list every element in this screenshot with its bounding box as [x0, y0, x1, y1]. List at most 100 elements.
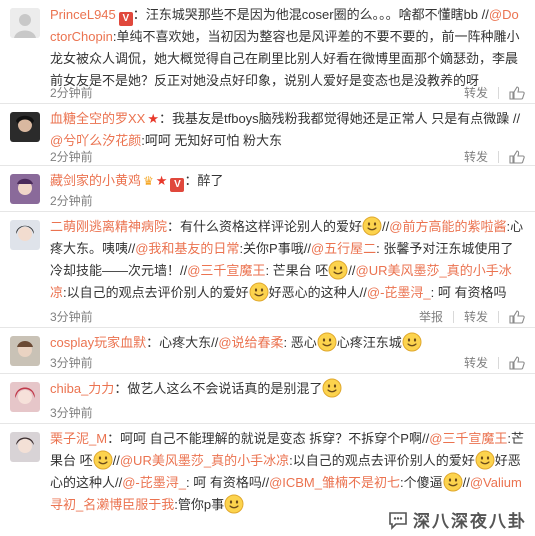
mention-link[interactable]: @-芘墨浔_	[122, 475, 186, 490]
comment-actions: 转发	[464, 354, 525, 371]
comment-actions: 转发	[464, 148, 525, 165]
timestamp: 3分钟前	[50, 356, 93, 370]
username-link[interactable]: cosplay玩家血默	[50, 335, 146, 350]
divider	[498, 310, 499, 323]
mention-link[interactable]: @前方高能的紫啦酱	[389, 219, 506, 234]
comment-item: 血糖全空的罗XX ★：我基友是tfboys脑残粉我都觉得她还是正常人 只是有点微躁…	[0, 104, 535, 166]
username-link[interactable]: 藏剑家的小黄鸡	[50, 173, 141, 188]
like-icon[interactable]	[509, 149, 525, 164]
timestamp: 3分钟前	[50, 406, 93, 420]
text-fragment: ：呵呵 自己不能理解的就说是变态 拆穿？不拆穿个P啊//	[107, 431, 430, 446]
text-fragment: :单纯不喜欢她，当初因为整容也是风评差的不要不要的，前一阵种雕小龙女被众人调侃，…	[50, 29, 520, 88]
timestamp: 2分钟前	[50, 194, 93, 208]
avatar[interactable]	[10, 220, 40, 250]
text-fragment: :个傻逼	[400, 475, 443, 490]
smile-emoji-icon	[317, 332, 337, 352]
divider	[498, 356, 499, 369]
text-fragment: //	[112, 453, 120, 468]
smile-emoji-icon	[402, 332, 422, 352]
divider	[452, 310, 454, 323]
watermark: 深八深夜八卦	[383, 505, 531, 534]
like-icon[interactable]	[509, 85, 525, 100]
avatar[interactable]	[10, 382, 40, 412]
mention-link[interactable]: @-芘墨浔_	[367, 285, 431, 300]
text-fragment: : 呵 有资格吗//	[186, 475, 270, 490]
comment-text: ：呵呵 自己不能理解的就说是变态 拆穿？不拆穿个P啊//@三千宣魔王:芒果台 呸…	[50, 431, 524, 514]
text-fragment: //	[348, 263, 356, 278]
smile-emoji-icon	[93, 450, 113, 470]
mention-link[interactable]: @五行屋二	[311, 241, 376, 256]
repost-button[interactable]: 转发	[464, 354, 488, 371]
comment-body: PrinceL945 V ：汪东城哭那些不是因为他混coser圈的么。。。啥都不懂瞎…	[50, 4, 525, 92]
smile-emoji-icon	[224, 494, 244, 514]
text-fragment: :以自己的观点去评价别人的爱好	[63, 285, 249, 300]
comment-body: 二萌刚逃离精神病院：有什么资格这样评论别人的爱好//@前方高能的紫啦酱:心疼大东…	[50, 216, 525, 304]
repost-button[interactable]: 转发	[464, 148, 488, 165]
comment-text: ：心疼大东//@说给春柔: 恶心 心疼汪东城	[146, 332, 422, 352]
smile-emoji-icon	[322, 378, 342, 398]
text-fragment: : 恶心	[283, 335, 317, 350]
divider	[498, 86, 499, 99]
avatar[interactable]	[10, 8, 40, 38]
mention-link[interactable]: @三千宣魔王	[187, 263, 265, 278]
username-link[interactable]: 二萌刚逃离精神病院	[50, 219, 167, 234]
comment-text: ：醉了	[184, 173, 223, 188]
text-fragment: :以自己的观点去评价别人的爱好	[289, 453, 475, 468]
repost-button[interactable]: 转发	[464, 84, 488, 101]
text-fragment: ：有什么资格这样评论别人的爱好	[167, 219, 363, 234]
smile-emoji-icon	[328, 260, 348, 280]
crown-badge-icon: ♛	[143, 174, 154, 188]
smile-emoji-icon	[475, 450, 495, 470]
comment-actions: 举报 转发	[419, 308, 525, 325]
smile-emoji-icon	[249, 282, 269, 302]
comment-item: 藏剑家的小黄鸡 ♛ ★ V ：醉了 2分钟前	[0, 166, 535, 212]
timestamp: 3分钟前	[50, 310, 93, 324]
comment-item: cosplay玩家血默：心疼大东//@说给春柔: 恶心 心疼汪东城 3分钟前 转发	[0, 328, 535, 374]
mention-link[interactable]: @我和基友的日常	[135, 241, 239, 256]
text-fragment: : 芒果台 呸	[265, 263, 329, 278]
text-fragment: ：心疼大东//	[146, 335, 219, 350]
username-link[interactable]: PrinceL945	[50, 7, 116, 22]
star-badge-icon: ★	[147, 111, 159, 126]
divider	[498, 150, 499, 163]
comment-body: 藏剑家的小黄鸡 ♛ ★ V ：醉了	[50, 170, 525, 192]
username-link[interactable]: chiba_力力	[50, 381, 114, 396]
username-link[interactable]: 血糖全空的罗XX	[50, 111, 145, 126]
comment-body: cosplay玩家血默：心疼大东//@说给春柔: 恶心 心疼汪东城	[50, 332, 525, 354]
repost-button[interactable]: 转发	[464, 308, 488, 325]
comment-item: PrinceL945 V ：汪东城哭那些不是因为他混coser圈的么。。。啥都不懂瞎…	[0, 0, 535, 104]
avatar[interactable]	[10, 174, 40, 204]
star-badge-icon: ★	[155, 173, 168, 188]
vip-badge-icon: V	[118, 12, 133, 26]
like-icon[interactable]	[509, 355, 525, 370]
avatar[interactable]	[10, 336, 40, 366]
comment-body: 血糖全空的罗XX ★：我基友是tfboys脑残粉我都觉得她还是正常人 只是有点微躁…	[50, 108, 525, 152]
avatar[interactable]	[10, 112, 40, 142]
text-fragment: ：我基友是tfboys脑残粉我都觉得她还是正常人 只是有点微躁 //	[159, 111, 521, 126]
like-icon[interactable]	[509, 309, 525, 324]
watermark-text: 深八深夜八卦	[413, 512, 527, 531]
smile-emoji-icon	[362, 216, 382, 236]
smile-emoji-icon	[443, 472, 463, 492]
mention-link[interactable]: @UR美风墨莎_真的小手冰凉	[120, 453, 289, 468]
timestamp: 2分钟前	[50, 150, 93, 164]
mention-link[interactable]: @说给春柔	[218, 335, 283, 350]
mention-link[interactable]: @ICBM_雏楠不是初七	[269, 475, 400, 490]
report-button[interactable]: 举报	[419, 308, 443, 325]
username-link[interactable]: 栗子泥_M	[50, 431, 107, 446]
text-fragment: : 呵 有资格吗	[430, 285, 507, 300]
mention-link[interactable]: @三千宣魔王	[429, 431, 507, 446]
text-fragment: :呵呵 无知好可怕 粉大东	[141, 133, 283, 148]
mention-link[interactable]: @兮吖么汐花颜	[50, 133, 141, 148]
text-fragment: 好恶心的这种人//	[268, 285, 367, 300]
chat-bubble-icon	[389, 511, 407, 530]
comment-body: 栗子泥_M：呵呵 自己不能理解的就说是变态 拆穿？不拆穿个P啊//@三千宣魔王:…	[50, 428, 525, 516]
vip-badge-icon: V	[170, 178, 185, 192]
comment-item: chiba_力力：做艺人这么不会说话真的是别混了 3分钟前	[0, 374, 535, 424]
comment-body: chiba_力力：做艺人这么不会说话真的是别混了	[50, 378, 525, 400]
text-fragment: //	[462, 475, 470, 490]
comment-item: 二萌刚逃离精神病院：有什么资格这样评论别人的爱好//@前方高能的紫啦酱:心疼大东…	[0, 212, 535, 328]
text-fragment: ：汪东城哭那些不是因为他混coser圈的么。。。啥都不懂瞎bb //	[132, 7, 489, 22]
text-fragment: ：醉了	[184, 173, 224, 188]
avatar[interactable]	[10, 432, 40, 462]
